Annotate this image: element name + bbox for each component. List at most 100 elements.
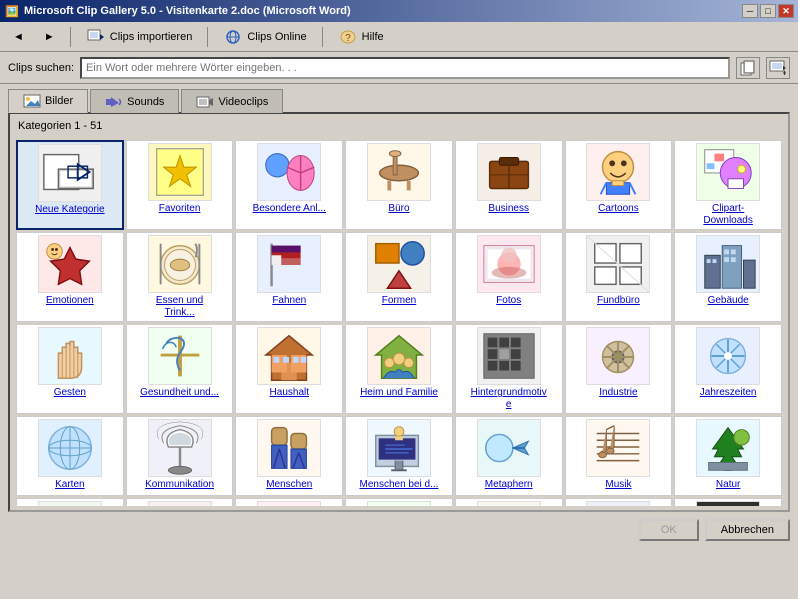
- grid-item-partial6[interactable]: ⬡: [565, 498, 673, 506]
- tab-bilder[interactable]: Bilder: [8, 89, 88, 113]
- minimize-button[interactable]: ─: [742, 4, 758, 18]
- grid-item-img-besondere-anl: [257, 143, 321, 201]
- grid-item-img-partial4: 🍀: [367, 501, 431, 506]
- ok-button[interactable]: OK: [639, 519, 699, 541]
- grid-item-img-neue-kategorie: [38, 144, 102, 202]
- grid-item-label-neue-kategorie: Neue Kategorie: [35, 204, 105, 216]
- grid-item-img-partial7: ◼: [696, 501, 760, 506]
- grid-item-karten[interactable]: Karten: [16, 416, 124, 496]
- grid-item-essen-und-trink[interactable]: Essen und Trink...: [126, 232, 234, 322]
- grid-item-label-menschen-bei-d: Menschen bei d...: [360, 479, 439, 491]
- grid-item-partial5[interactable]: 🪞: [455, 498, 563, 506]
- menu-separator-2: [207, 27, 208, 47]
- grid-item-img-partial2: 🧯: [148, 501, 212, 506]
- grid-item-partial1[interactable]: 🌿: [16, 498, 124, 506]
- grid-item-label-buero: Büro: [388, 203, 409, 215]
- grid-item-img-industrie: [586, 327, 650, 385]
- window-icon: 🖼️: [4, 3, 20, 19]
- grid-item-fahnen[interactable]: Fahnen: [235, 232, 343, 322]
- grid-item-img-menschen: [257, 419, 321, 477]
- grid-item-natur[interactable]: Natur: [674, 416, 782, 496]
- copy-button[interactable]: [736, 57, 760, 79]
- grid-item-fotos[interactable]: Fotos: [455, 232, 563, 322]
- clips-online-icon: [223, 27, 243, 47]
- grid-item-img-jahreszeiten: [696, 327, 760, 385]
- grid-item-cartoons[interactable]: Cartoons: [565, 140, 673, 230]
- grid-item-formen[interactable]: Formen: [345, 232, 453, 322]
- grid-item-heim-und-familie[interactable]: Heim und Familie: [345, 324, 453, 414]
- menu-separator-3: [322, 27, 323, 47]
- clips-online-button[interactable]: Clips Online: [214, 23, 315, 51]
- grid-item-business[interactable]: Business: [455, 140, 563, 230]
- content-area: Kategorien 1 - 51 Neue Kategorie Favorit…: [8, 112, 790, 512]
- tab-sounds-label: Sounds: [127, 96, 164, 108]
- tab-bar: Bilder Sounds Videoclips: [0, 84, 798, 112]
- grid-item-label-heim-und-familie: Heim und Familie: [360, 387, 438, 399]
- grid-item-besondere-anl[interactable]: Besondere Anl...: [235, 140, 343, 230]
- grid-scroll[interactable]: Neue Kategorie Favoriten Besondere Anl..…: [14, 138, 784, 506]
- grid-item-gesten[interactable]: Gesten: [16, 324, 124, 414]
- grid-item-partial2[interactable]: 🧯: [126, 498, 234, 506]
- maximize-button[interactable]: □: [760, 4, 776, 18]
- grid-item-label-jahreszeiten: Jahreszeiten: [700, 387, 757, 399]
- grid-item-menschen[interactable]: Menschen: [235, 416, 343, 496]
- help-button[interactable]: ? Hilfe: [329, 23, 393, 51]
- category-label: Kategorien 1 - 51: [14, 118, 784, 134]
- clips-import-button[interactable]: Clips importieren: [77, 23, 202, 51]
- grid-item-kommunikation[interactable]: Kommunikation: [126, 416, 234, 496]
- grid-item-partial7[interactable]: ◼: [674, 498, 782, 506]
- grid-item-label-fotos: Fotos: [496, 295, 521, 307]
- grid-item-label-fundbuero: Fundbüro: [597, 295, 640, 307]
- grid-item-neue-kategorie[interactable]: Neue Kategorie: [16, 140, 124, 230]
- grid-item-hintergrundmotive[interactable]: Hintergrundmotive: [455, 324, 563, 414]
- grid-item-img-natur: [696, 419, 760, 477]
- grid-item-img-buero: [367, 143, 431, 201]
- help-label: Hilfe: [362, 31, 384, 43]
- grid-item-img-fundbuero: [586, 235, 650, 293]
- grid-item-gebaeude[interactable]: Gebäude: [674, 232, 782, 322]
- tab-videoclips[interactable]: Videoclips: [181, 89, 283, 113]
- grid-item-favoriten[interactable]: Favoriten: [126, 140, 234, 230]
- grid-item-img-partial5: 🪞: [477, 501, 541, 506]
- forward-button[interactable]: ►: [35, 27, 64, 47]
- grid-item-label-business: Business: [488, 203, 529, 215]
- back-button[interactable]: ◄: [4, 27, 33, 47]
- import-button[interactable]: [766, 57, 790, 79]
- grid-item-metaphern[interactable]: Metaphern: [455, 416, 563, 496]
- grid-item-label-gebaeude: Gebäude: [708, 295, 749, 307]
- grid-item-label-haushalt: Haushalt: [270, 387, 309, 399]
- bottom-bar: OK Abbrechen: [0, 512, 798, 547]
- tab-sounds[interactable]: Sounds: [90, 89, 179, 113]
- grid-item-label-essen-und-trink: Essen und Trink...: [140, 295, 220, 319]
- grid-item-label-metaphern: Metaphern: [485, 479, 533, 491]
- search-input[interactable]: [80, 57, 730, 79]
- grid-item-emotionen[interactable]: Emotionen: [16, 232, 124, 322]
- grid-item-jahreszeiten[interactable]: Jahreszeiten: [674, 324, 782, 414]
- grid-item-partial4[interactable]: 🍀: [345, 498, 453, 506]
- svg-text:?: ?: [345, 33, 351, 44]
- grid-item-img-metaphern: [477, 419, 541, 477]
- grid-item-img-gebaeude: [696, 235, 760, 293]
- grid-item-img-gesten: [38, 327, 102, 385]
- grid-item-industrie[interactable]: Industrie: [565, 324, 673, 414]
- tab-bilder-label: Bilder: [45, 95, 73, 107]
- grid-item-menschen-bei-d[interactable]: Menschen bei d...: [345, 416, 453, 496]
- grid-item-label-cartoons: Cartoons: [598, 203, 639, 215]
- grid-item-gesundheit-und[interactable]: Gesundheit und...: [126, 324, 234, 414]
- category-grid: Neue Kategorie Favoriten Besondere Anl..…: [14, 138, 784, 506]
- grid-item-clipart-downloads[interactable]: Clipart-Downloads: [674, 140, 782, 230]
- search-label: Clips suchen:: [8, 62, 74, 74]
- cancel-button[interactable]: Abbrechen: [705, 519, 790, 541]
- grid-item-fundbuero[interactable]: Fundbüro: [565, 232, 673, 322]
- grid-item-label-industrie: Industrie: [599, 387, 637, 399]
- close-button[interactable]: ✕: [778, 4, 794, 18]
- grid-item-buero[interactable]: Büro: [345, 140, 453, 230]
- grid-item-img-formen: [367, 235, 431, 293]
- grid-item-label-besondere-anl: Besondere Anl...: [253, 203, 326, 215]
- grid-item-haushalt[interactable]: Haushalt: [235, 324, 343, 414]
- grid-item-img-fahnen: [257, 235, 321, 293]
- grid-item-partial3[interactable]: 🌸: [235, 498, 343, 506]
- grid-item-musik[interactable]: Musik: [565, 416, 673, 496]
- grid-item-img-partial6: ⬡: [586, 501, 650, 506]
- grid-item-img-haushalt: [257, 327, 321, 385]
